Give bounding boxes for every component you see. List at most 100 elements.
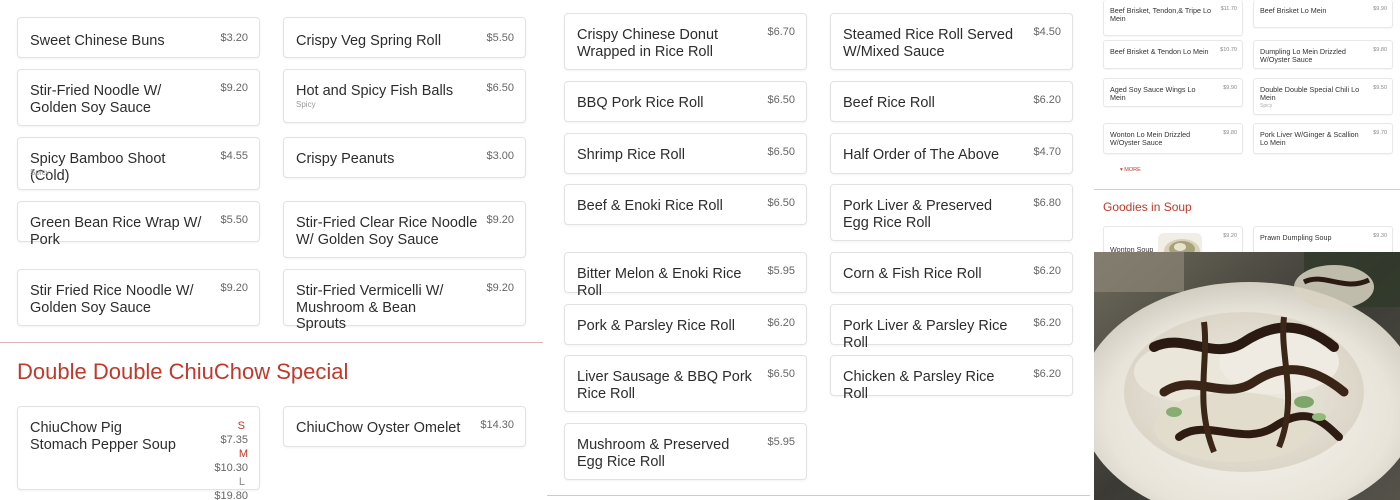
menu-item-card[interactable]: Aged Soy Sauce Wings Lo Mein $9.90 [1103, 78, 1243, 107]
item-price: $9.20 [1223, 233, 1237, 239]
section-divider [1094, 189, 1400, 190]
menu-item-card[interactable]: Beef & Enoki Rice Roll $6.50 [564, 184, 807, 225]
item-price: $9.20 [486, 282, 514, 294]
menu-item-card[interactable]: Crispy Chinese Donut Wrapped in Rice Rol… [564, 13, 807, 70]
menu-item-card[interactable]: Wonton Lo Mein Drizzled W/Oyster Sauce $… [1103, 123, 1243, 154]
menu-item-card[interactable]: Sweet Chinese Buns $3.20 [17, 17, 260, 58]
more-label: MORE [1124, 167, 1141, 173]
item-price: $11.70 [1220, 6, 1237, 12]
menu-item-card[interactable]: Crispy Peanuts $3.00 [283, 137, 526, 178]
size-prices: S $7.35 M $10.30 L $19.80 [214, 419, 248, 500]
menu-item-card[interactable]: Beef Brisket, Tendon,& Tripe Lo Mein $11… [1103, 0, 1243, 36]
size-label: L [238, 476, 245, 488]
size-value: $10.30 [214, 462, 248, 474]
item-price: $9.50 [1373, 85, 1387, 91]
menu-panel-left: Sweet Chinese Buns $3.20 Crispy Veg Spri… [0, 0, 543, 500]
item-price: $9.20 [486, 214, 514, 226]
menu-item-card[interactable]: Stir-Fried Clear Rice Noodle W/ Golden S… [283, 201, 526, 258]
menu-item-card[interactable]: Pork & Parsley Rice Roll $6.20 [564, 304, 807, 345]
menu-item-card[interactable]: Stir-Fried Noodle W/ Golden Soy Sauce $9… [17, 69, 260, 126]
item-name: Half Order of The Above [843, 147, 1000, 163]
spicy-tag: Spicy [296, 100, 316, 109]
item-price: $6.80 [1033, 197, 1061, 209]
item-name: Sweet Chinese Buns [30, 33, 165, 49]
size-price-s: S $7.35 [214, 419, 248, 447]
item-name: Beef Brisket, Tendon,& Tripe Lo Mein [1110, 6, 1211, 24]
item-price: $9.80 [1373, 47, 1387, 53]
item-price: $4.70 [1033, 146, 1061, 158]
menu-item-card[interactable]: Dumpling Lo Mein Drizzled W/Oyster Sauce… [1253, 40, 1393, 69]
item-price: $6.50 [486, 82, 514, 94]
spicy-tag: Spicy [30, 168, 50, 177]
menu-item-card[interactable]: Shrimp Rice Roll $6.50 [564, 133, 807, 174]
menu-item-card[interactable]: Liver Sausage & BBQ Pork Rice Roll $6.50 [564, 355, 807, 412]
item-price: $9.20 [220, 82, 248, 94]
item-name: Wonton Lo Mein Drizzled W/Oyster Sauce [1110, 130, 1191, 148]
item-name: Pork Liver & Preserved Egg Rice Roll [843, 198, 993, 231]
section-title: Goodies in Soup [1103, 200, 1192, 214]
item-name: BBQ Pork Rice Roll [577, 95, 704, 111]
menu-item-card[interactable]: Crispy Veg Spring Roll $5.50 [283, 17, 526, 58]
item-name: Pork Liver & Parsley Rice Roll [843, 318, 1008, 351]
caret-down-icon: ▾ [1120, 167, 1123, 173]
menu-item-card[interactable]: Stir-Fried Vermicelli W/ Mushroom & Bean… [283, 269, 526, 332]
item-name: Bitter Melon & Enoki Rice Roll [577, 266, 742, 299]
item-price: $6.70 [767, 26, 795, 38]
size-value: $19.80 [214, 490, 248, 500]
more-link[interactable]: ▾ MORE [1120, 167, 1141, 173]
item-price: $6.20 [1033, 317, 1061, 329]
item-name: Liver Sausage & BBQ Pork Rice Roll [577, 369, 752, 402]
item-name: Beef & Enoki Rice Roll [577, 198, 723, 214]
item-name: Crispy Chinese Donut Wrapped in Rice Rol… [577, 27, 719, 60]
item-price: $5.50 [486, 32, 514, 44]
item-price: $5.50 [220, 214, 248, 226]
item-name: Crispy Peanuts [296, 151, 395, 167]
item-name: Green Bean Rice Wrap W/ Pork [30, 215, 202, 248]
menu-item-card[interactable]: ChiuChow Pig Stomach Pepper Soup S $7.35 … [17, 406, 260, 500]
item-name: ChiuChow Pig Stomach Pepper Soup [30, 420, 176, 453]
section-divider [0, 342, 543, 343]
item-price: $6.20 [1033, 265, 1061, 277]
item-name: Stir-Fried Noodle W/ Golden Soy Sauce [30, 83, 162, 116]
item-name: Beef Brisket & Tendon Lo Mein [1110, 47, 1209, 56]
menu-item-card[interactable]: ChiuChow Oyster Omelet $14.30 [283, 406, 526, 447]
item-name: ChiuChow Oyster Omelet [296, 420, 461, 436]
menu-item-card[interactable]: Pork Liver & Preserved Egg Rice Roll $6.… [830, 184, 1073, 241]
menu-item-card[interactable]: Stir Fried Rice Noodle W/ Golden Soy Sau… [17, 269, 260, 326]
size-label: M [238, 448, 248, 460]
item-name: Shrimp Rice Roll [577, 147, 685, 163]
item-name: Corn & Fish Rice Roll [843, 266, 982, 282]
item-price: $6.20 [1033, 94, 1061, 106]
item-price: $9.90 [1223, 85, 1237, 91]
menu-item-card[interactable]: Double Double Special Chili Lo Mein Spic… [1253, 78, 1393, 115]
size-price-l: L $19.80 [214, 475, 248, 500]
item-price: $6.20 [1033, 368, 1061, 380]
item-name: Pork & Parsley Rice Roll [577, 318, 735, 334]
menu-item-card[interactable]: Spicy Bamboo Shoot (Cold) Spicy $4.55 [17, 137, 260, 190]
item-price: $9.90 [1373, 6, 1387, 12]
menu-panel-right: Beef Brisket, Tendon,& Tripe Lo Mein $11… [1094, 0, 1400, 500]
item-name: Hot and Spicy Fish Balls [296, 83, 454, 99]
menu-item-card[interactable]: Beef Brisket Lo Mein $9.90 [1253, 0, 1393, 28]
menu-item-card[interactable]: Bitter Melon & Enoki Rice Roll $5.95 [564, 252, 807, 299]
menu-item-card[interactable]: Beef Brisket & Tendon Lo Mein $10.70 [1103, 40, 1243, 69]
item-price: $9.20 [220, 282, 248, 294]
menu-item-card[interactable]: Beef Rice Roll $6.20 [830, 81, 1073, 122]
item-price: $9.70 [1373, 130, 1387, 136]
menu-item-card[interactable]: Chicken & Parsley Rice Roll $6.20 [830, 355, 1073, 402]
menu-item-card[interactable]: Pork Liver & Parsley Rice Roll $6.20 [830, 304, 1073, 351]
food-photo-rice-roll [1094, 252, 1400, 500]
menu-item-card[interactable]: Pork Liver W/Ginger & Scallion Lo Mein $… [1253, 123, 1393, 154]
item-price: $9.30 [1373, 233, 1387, 239]
menu-item-card[interactable]: Steamed Rice Roll Served W/Mixed Sauce $… [830, 13, 1073, 70]
item-name: Stir Fried Rice Noodle W/ Golden Soy Sau… [30, 283, 194, 316]
item-name: Dumpling Lo Mein Drizzled W/Oyster Sauce [1260, 47, 1346, 65]
menu-item-card[interactable]: Half Order of The Above $4.70 [830, 133, 1073, 174]
menu-item-card[interactable]: BBQ Pork Rice Roll $6.50 [564, 81, 807, 122]
menu-item-card[interactable]: Green Bean Rice Wrap W/ Pork $5.50 [17, 201, 260, 248]
menu-item-card[interactable]: Corn & Fish Rice Roll $6.20 [830, 252, 1073, 293]
menu-item-card[interactable]: Hot and Spicy Fish Balls Spicy $6.50 [283, 69, 526, 123]
item-price: $14.30 [480, 419, 514, 431]
menu-item-card[interactable]: Mushroom & Preserved Egg Rice Roll $5.95 [564, 423, 807, 480]
item-name: Spicy Bamboo Shoot (Cold) [30, 151, 166, 184]
